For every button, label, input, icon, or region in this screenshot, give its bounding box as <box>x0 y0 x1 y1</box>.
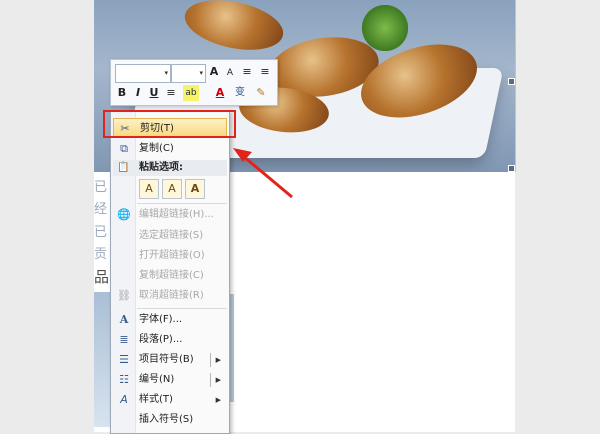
annotation-arrow <box>233 148 293 199</box>
arrow-shaft <box>242 154 293 199</box>
